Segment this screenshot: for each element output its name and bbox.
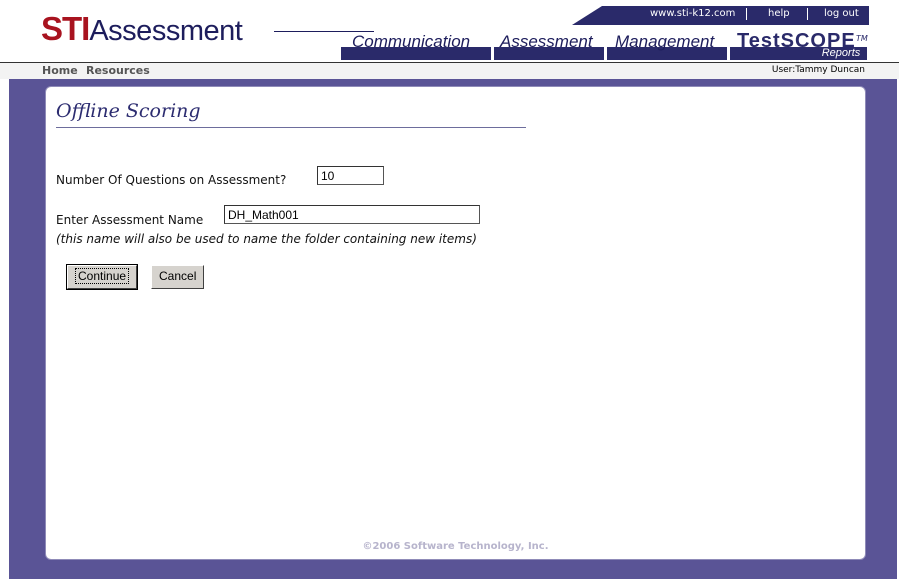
content-frame: Offline Scoring Number Of Questions on A… <box>9 79 897 579</box>
trademark-mark: TM <box>856 34 868 43</box>
sti-assessment-logo: STI Assessment <box>41 10 243 48</box>
top-link-divider <box>746 8 747 20</box>
folder-hint-text: (this name will also be used to name the… <box>56 232 477 246</box>
offline-scoring-panel: Offline Scoring Number Of Questions on A… <box>45 86 866 560</box>
continue-button-label: Continue <box>75 268 130 284</box>
assessment-name-input[interactable] <box>224 205 480 224</box>
app-header: STI Assessment www.sti-k12.com help log … <box>0 0 899 62</box>
current-user-label: User:Tammy Duncan <box>771 65 865 75</box>
page-title: Offline Scoring <box>56 100 201 122</box>
testscope-reports-label[interactable]: Reports <box>815 47 867 60</box>
resources-link[interactable]: Resources <box>86 64 150 77</box>
logo-sti-text: STI <box>41 10 90 47</box>
title-divider <box>56 127 526 128</box>
top-link-divider <box>807 8 808 20</box>
cancel-button[interactable]: Cancel <box>151 265 205 289</box>
nav-management[interactable]: Management <box>615 32 714 52</box>
website-link[interactable]: www.sti-k12.com <box>650 8 735 19</box>
logout-link[interactable]: log out <box>824 8 859 19</box>
copyright-notice: ©2006 Software Technology, Inc. <box>362 541 549 552</box>
questions-count-input[interactable] <box>317 166 384 185</box>
nav-assessment[interactable]: Assessment <box>500 32 593 52</box>
logo-assessment-text: Assessment <box>89 15 243 47</box>
questions-count-label: Number Of Questions on Assessment? <box>56 173 287 187</box>
nav-communication[interactable]: Communication <box>352 32 470 52</box>
sub-navigation: Home Resources User:Tammy Duncan <box>0 63 899 79</box>
continue-button[interactable]: Continue <box>65 264 139 290</box>
assessment-name-label: Enter Assessment Name <box>56 213 204 227</box>
help-link[interactable]: help <box>768 8 790 19</box>
home-link[interactable]: Home <box>42 64 78 77</box>
